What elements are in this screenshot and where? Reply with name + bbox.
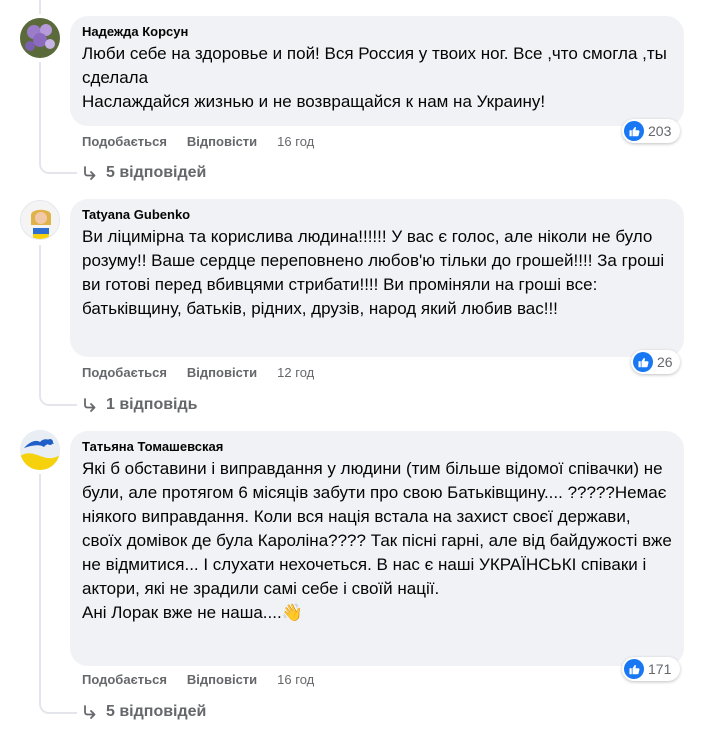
reply-button[interactable]: Відповісти [187, 365, 257, 380]
author-name[interactable]: Татьяна Томашевская [82, 439, 672, 455]
comment-text: Люби себе на здоровье и пой! Вся Россия … [82, 44, 667, 111]
like-icon [624, 659, 644, 679]
like-icon [624, 121, 644, 141]
view-replies-button[interactable]: 5 відповідей [82, 700, 206, 724]
reply-arrow-icon [84, 398, 96, 412]
author-name[interactable]: Надежда Корсун [82, 24, 672, 40]
reaction-count: 26 [657, 354, 673, 370]
comment-actions: Подобається Відповісти 16 год [82, 131, 314, 151]
view-replies-button[interactable]: 1 відповідь [82, 393, 198, 417]
waving-hand-emoji: 👋 [281, 603, 303, 622]
avatar[interactable] [20, 430, 60, 470]
reply-button[interactable]: Відповісти [187, 134, 257, 149]
like-button[interactable]: Подобається [82, 365, 167, 380]
reply-arrow-icon [84, 705, 96, 719]
replies-count-label: 5 відповідей [106, 164, 207, 181]
comment-bubble: Tatyana Gubenko Ви ліцимірна та корислив… [70, 199, 684, 357]
comment-actions: Подобається Відповісти 16 год [82, 669, 314, 689]
like-icon [633, 352, 653, 372]
reaction-summary[interactable]: 26 [631, 350, 680, 374]
reaction-count: 203 [648, 123, 672, 139]
comment-bubble: Надежда Корсун Люби себе на здоровье и п… [70, 16, 684, 126]
reaction-summary[interactable]: 203 [622, 119, 680, 143]
like-button[interactable]: Подобається [82, 134, 167, 149]
timestamp[interactable]: 16 год [277, 672, 314, 687]
avatar[interactable] [20, 200, 60, 240]
reply-arrow-icon [84, 166, 96, 180]
avatar[interactable] [20, 18, 60, 58]
like-button[interactable]: Подобається [82, 672, 167, 687]
replies-count-label: 5 відповідей [106, 703, 207, 720]
comment-text: Які б обставини і виправдання у людини (… [82, 457, 672, 625]
reaction-count: 171 [648, 661, 672, 677]
timestamp[interactable]: 16 год [277, 134, 314, 149]
view-replies-button[interactable]: 5 відповідей [82, 161, 206, 185]
thread-line [39, 0, 41, 14]
timestamp[interactable]: 12 год [277, 365, 314, 380]
replies-count-label: 1 відповідь [106, 396, 198, 413]
comment-text: Ви ліцимірна та корислива людина!!!!!! У… [82, 227, 669, 318]
reply-button[interactable]: Відповісти [187, 672, 257, 687]
comment-actions: Подобається Відповісти 12 год [82, 362, 314, 382]
author-name[interactable]: Tatyana Gubenko [82, 207, 672, 223]
comment-text-body: Які б обставини і виправдання у людини (… [82, 459, 672, 622]
reaction-summary[interactable]: 171 [622, 657, 680, 681]
comment-bubble: Татьяна Томашевская Які б обставини і ви… [70, 431, 684, 666]
